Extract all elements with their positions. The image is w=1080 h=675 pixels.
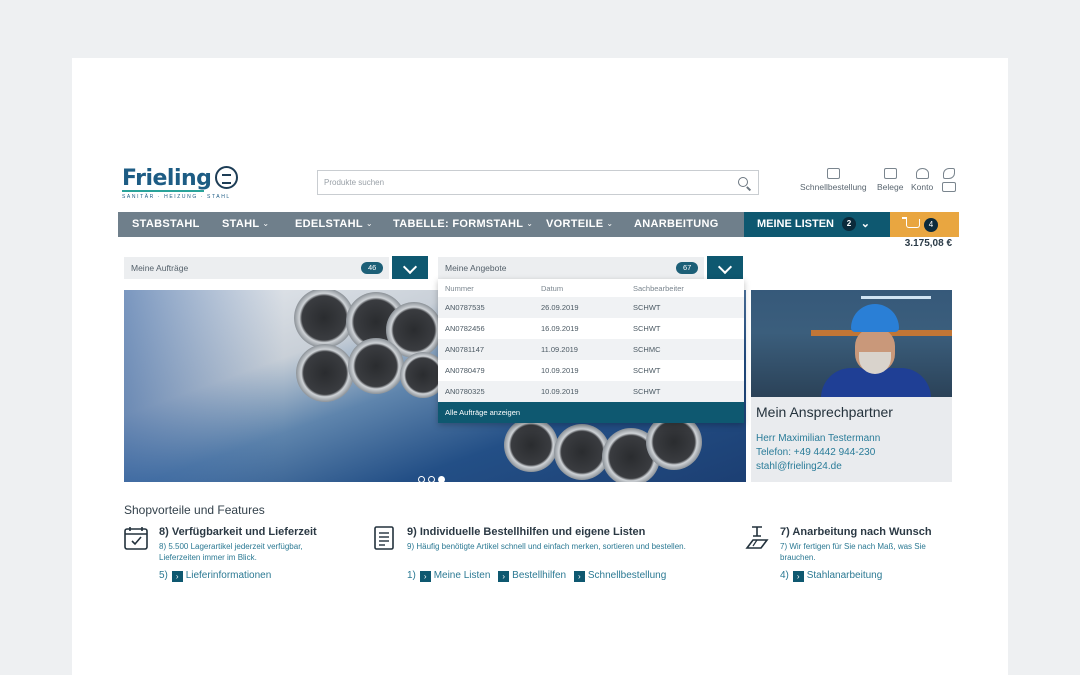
feature-description: 9) Häufig benötigte Artikel schnell und …: [407, 542, 686, 551]
column-header: Datum: [541, 283, 564, 293]
offers-label: Meine Angebote: [445, 263, 507, 273]
contact-email[interactable]: stahl@frieling24.de: [756, 461, 842, 472]
link-lieferinformationen[interactable]: › Lieferinformationen: [171, 570, 271, 582]
feature-description: 8) 5.500 Lagerartikel jederzeit verfügba…: [159, 542, 303, 562]
search-input[interactable]: [318, 171, 718, 194]
my-lists-button[interactable]: MEINE LISTEN 2 ⌄: [744, 212, 890, 237]
chevron-down-icon: ⌄: [526, 219, 534, 228]
feature-title: 8) Verfügbarkeit und Lieferzeit: [159, 526, 317, 538]
feature-links: 5) › Lieferinformationen: [159, 570, 272, 582]
table-row[interactable]: AN0782456 16.09.2019 SCHWT: [438, 318, 744, 339]
mail-icon: [942, 182, 956, 192]
arrow-right-icon: ›: [419, 571, 431, 582]
calendar-check-icon: [124, 527, 148, 550]
feature-links: 4) › Stahlanarbeitung: [780, 570, 883, 582]
toplink-schnellbestellung[interactable]: Schnellbestellung: [800, 168, 867, 192]
cart-count-badge: 4: [924, 218, 938, 232]
logo-emblem-icon: [215, 166, 238, 189]
beam-processing-icon: [745, 526, 769, 549]
logo-text: Frieling: [122, 166, 212, 191]
contact-title: Mein Ansprechpartner: [756, 404, 893, 420]
pipe-graphic: [296, 344, 354, 402]
contact-photo: [751, 290, 952, 397]
feature-title: 7) Anarbeitung nach Wunsch: [780, 526, 932, 538]
table-row[interactable]: AN0781147 11.09.2019 SCHMC: [438, 339, 744, 360]
contact-name: Herr Maximilian Testermann: [756, 433, 881, 444]
chevron-down-icon: ⌄: [860, 218, 870, 230]
orders-count-badge: 46: [361, 262, 384, 274]
arrow-right-icon: ›: [792, 571, 804, 582]
show-all-orders-link[interactable]: Alle Aufträge anzeigen: [438, 402, 744, 423]
orders-dropdown[interactable]: Meine Aufträge 46: [124, 257, 389, 279]
offers-table: Nummer Datum Sachbearbeiter AN0787535 26.…: [438, 279, 744, 402]
table-row[interactable]: AN0780479 10.09.2019 SCHWT: [438, 360, 744, 381]
nav-item-anarbeitung[interactable]: ANARBEITUNG: [634, 212, 719, 237]
user-icon: [915, 168, 929, 179]
carousel-dot-active[interactable]: [438, 476, 445, 483]
chevron-down-icon: ⌄: [262, 219, 270, 228]
feature-title: 9) Individuelle Bestellhilfen und eigene…: [407, 526, 646, 538]
pipe-graphic: [294, 290, 354, 348]
clipboard-icon: [826, 168, 840, 179]
toplink-konto[interactable]: Konto: [911, 168, 933, 192]
orders-toggle-button[interactable]: [392, 256, 428, 279]
link-meine-listen[interactable]: › Meine Listen: [419, 570, 490, 582]
carousel-dot[interactable]: [418, 476, 425, 483]
link-schnellbestellung[interactable]: › Schnellbestellung: [573, 570, 666, 582]
toplink-label: Belege: [877, 182, 904, 192]
nav-item-tabelle-formstahl[interactable]: TABELLE: FORMSTAHL ⌄: [393, 212, 533, 237]
feature-description: 7) Wir fertigen für Sie nach Maß, was Si…: [780, 542, 926, 562]
feature-links: 1) › Meine Listen › Bestellhilfen › Schnell…: [407, 570, 667, 582]
contact-card: Mein Ansprechpartner Herr Maximilian Tes…: [751, 290, 952, 482]
document-list-icon: [374, 526, 394, 550]
offers-dropdown[interactable]: Meine Angebote 67: [438, 257, 704, 279]
link-bestellhilfen[interactable]: › Bestellhilfen: [497, 570, 566, 582]
chevron-down-icon: ⌄: [606, 219, 614, 228]
nav-item-stahl[interactable]: STAHL ⌄: [222, 212, 269, 237]
nav-item-edelstahl[interactable]: EDELSTAHL ⌄: [295, 212, 373, 237]
nav-item-stabstahl[interactable]: STABSTAHL: [132, 212, 200, 237]
carousel-dot[interactable]: [428, 476, 435, 483]
toplink-belege[interactable]: Belege: [877, 168, 903, 192]
features-heading: Shopvorteile und Features: [124, 503, 265, 517]
contact-phone[interactable]: Telefon: +49 4442 944-230: [756, 447, 875, 458]
my-lists-count-badge: 2: [842, 217, 857, 231]
logo-underline: [122, 190, 204, 192]
column-header: Sachbearbeiter: [633, 283, 684, 293]
arrow-right-icon: ›: [171, 571, 183, 582]
toplink-label: Konto: [911, 182, 934, 192]
search-icon[interactable]: [738, 177, 748, 187]
carousel-dots: [418, 470, 448, 488]
phone-icon: [943, 168, 955, 179]
logo[interactable]: Frieling SANITÄR · HEIZUNG · STAHL: [122, 166, 242, 200]
logo-tagline: SANITÄR · HEIZUNG · STAHL: [122, 194, 231, 200]
toplink-contact[interactable]: [942, 168, 956, 195]
pipe-graphic: [348, 338, 404, 394]
folder-icon: [883, 168, 897, 179]
search-box: [317, 170, 759, 195]
offers-panel: Nummer Datum Sachbearbeiter AN0787535 26.…: [438, 279, 744, 423]
arrow-right-icon: ›: [498, 571, 510, 582]
offers-count-badge: 67: [676, 262, 699, 274]
cart-icon: [902, 217, 920, 228]
chevron-down-icon: ⌄: [365, 219, 373, 228]
link-stahlanarbeitung[interactable]: › Stahlanarbeitung: [792, 570, 882, 582]
offers-toggle-button[interactable]: [707, 256, 743, 279]
my-lists-label: MEINE LISTEN: [757, 218, 835, 230]
pipe-graphic: [504, 418, 558, 472]
table-row[interactable]: AN0780325 10.09.2019 SCHWT: [438, 381, 744, 402]
toplink-label: Schnellbestellung: [800, 182, 867, 192]
cart-button[interactable]: 4: [890, 212, 959, 237]
table-row[interactable]: AN0787535 26.09.2019 SCHWT: [438, 297, 744, 318]
column-header: Nummer: [445, 283, 474, 293]
arrow-right-icon: ›: [573, 571, 585, 582]
nav-item-vorteile[interactable]: VORTEILE ⌄: [546, 212, 613, 237]
cart-total: 3.175,08 €: [904, 238, 952, 249]
main-nav: STABSTAHL STAHL ⌄ EDELSTAHL ⌄ TABELLE: FOR…: [118, 212, 744, 237]
orders-label: Meine Aufträge: [131, 263, 189, 273]
